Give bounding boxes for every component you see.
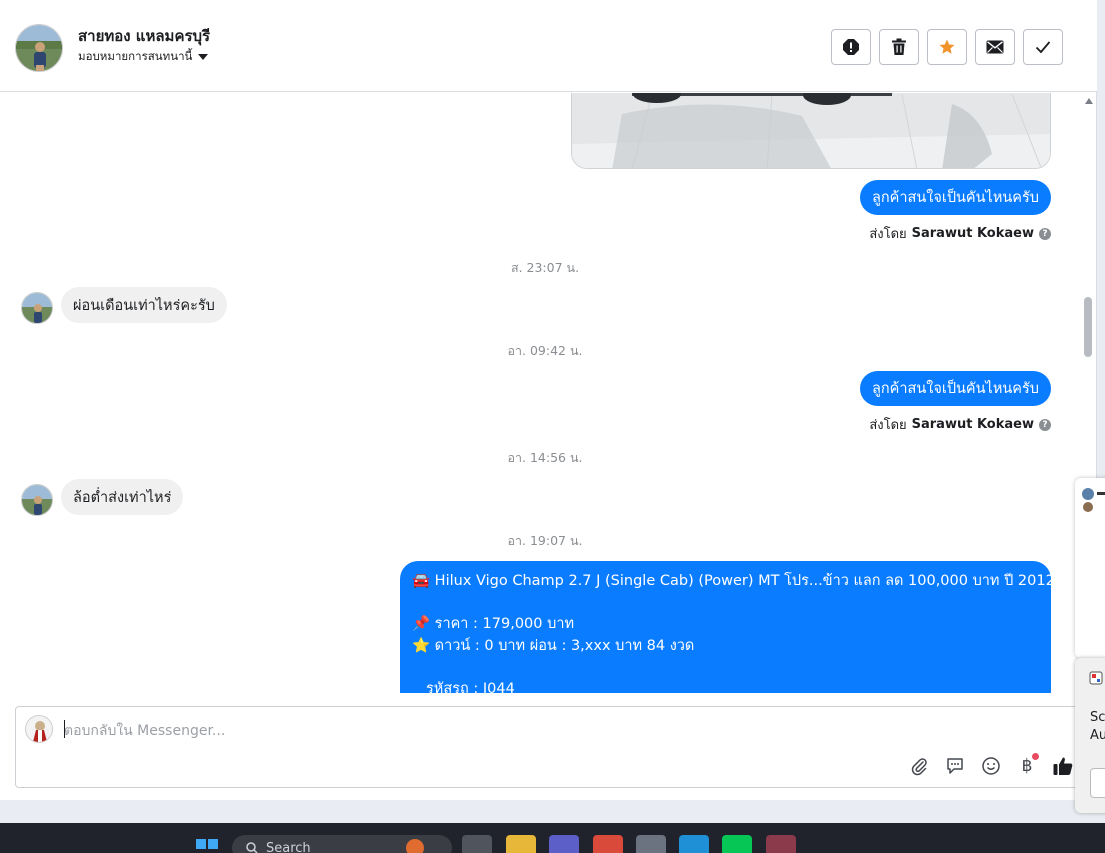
sender-name: Sarawut Kokaew: [911, 226, 1034, 241]
reply-input[interactable]: [64, 720, 964, 742]
mark-unread-button[interactable]: [975, 29, 1015, 65]
outgoing-vehicle-offer-message[interactable]: 🚘 Hilux Vigo Champ 2.7 J (Single Cab) (P…: [400, 561, 1055, 694]
edge-icon[interactable]: [679, 835, 709, 853]
help-icon[interactable]: ?: [1039, 227, 1051, 240]
saved-replies-button[interactable]: [942, 753, 968, 779]
delete-button[interactable]: [879, 29, 919, 65]
chrome-icon[interactable]: [593, 835, 623, 853]
start-button[interactable]: [196, 839, 218, 853]
scrollbar-thumb[interactable]: [1084, 297, 1092, 357]
vehicle-photo-message[interactable]: [571, 93, 1051, 169]
conversation-header: สายทอง แหลมครบุรี มอบหมายการสนทนานี้: [0, 0, 1097, 92]
scroll-up-icon[interactable]: [1085, 98, 1093, 104]
smiley-icon: [982, 757, 1000, 775]
app-icon: [1089, 671, 1103, 685]
chevron-down-icon: [198, 54, 209, 60]
header-actions: [831, 29, 1063, 65]
offer-code: รหัสรถ : J044: [426, 680, 515, 694]
timestamp: ส. 23:07 น.: [510, 260, 580, 275]
contact-avatar[interactable]: [15, 24, 63, 72]
help-icon[interactable]: ?: [1039, 418, 1051, 431]
check-icon: [1035, 41, 1051, 54]
sent-by-label: ส่งโดย Sarawut Kokaew ?: [869, 414, 1051, 435]
timestamp: อา. 19:07 น.: [507, 533, 583, 548]
contact-name: สายทอง แหลมครบุรี: [78, 27, 211, 45]
incoming-message[interactable]: ผ่อนเดือนเท่าไหร่คะรับ: [61, 287, 227, 323]
baht-icon: ฿: [1021, 756, 1033, 776]
star-button[interactable]: [927, 29, 967, 65]
attach-button[interactable]: [906, 753, 932, 779]
outgoing-message[interactable]: ลูกค้าสนใจเป็นคันไหนครับ: [860, 180, 1051, 215]
line-icon[interactable]: [722, 835, 752, 853]
text-cursor: [64, 720, 65, 738]
assign-conversation-dropdown[interactable]: มอบหมายการสนทนานี้: [78, 48, 209, 66]
contact-avatar-small: [21, 484, 53, 516]
page-avatar: [25, 715, 53, 743]
teams-icon[interactable]: [549, 835, 579, 853]
notification-text: Sc: [1090, 710, 1105, 725]
search-label: Search: [266, 840, 311, 853]
contact-avatar-small: [21, 292, 53, 324]
trash-icon: [892, 38, 906, 55]
outgoing-message[interactable]: ลูกค้าสนใจเป็นคันไหนครับ: [860, 371, 1051, 406]
offer-down-payment: ⭐ ดาวน์ : 0 บาท ผ่อน : 3,xxx บาท 84 งวด: [412, 637, 695, 654]
notification-popup[interactable]: Sc Au: [1075, 658, 1105, 813]
timestamp: อา. 09:42 น.: [507, 343, 583, 358]
incoming-message[interactable]: ล้อต่ำส่งเท่าไหร่: [61, 479, 184, 515]
star-icon: [939, 39, 955, 54]
basketball-icon: [406, 839, 424, 853]
chat-head-avatars: [1082, 488, 1105, 512]
speech-bubble-icon: [947, 758, 963, 774]
os-taskbar: Search: [0, 823, 1105, 853]
sender-name: Sarawut Kokaew: [911, 417, 1034, 432]
side-chat-popup[interactable]: [1075, 478, 1105, 658]
app-icon[interactable]: [766, 835, 796, 853]
mark-spam-button[interactable]: [831, 29, 871, 65]
like-button[interactable]: [1050, 753, 1076, 779]
alert-icon: [843, 39, 859, 55]
reply-composer: ฿: [15, 706, 1095, 788]
notification-dot: [1032, 753, 1039, 760]
paperclip-icon: [911, 758, 927, 776]
envelope-icon: [986, 40, 1004, 54]
conversation-panel: สายทอง แหลมครบุรี มอบหมายการสนทนานี้ ลูก…: [0, 0, 1097, 800]
composer-tools: ฿: [906, 753, 1076, 779]
message-list[interactable]: ลูกค้าสนใจเป็นคันไหนครับ ส่งโดย Sarawut …: [0, 93, 1080, 693]
file-explorer-icon[interactable]: [506, 835, 536, 853]
offer-price: 📌 ราคา : 179,000 บาท: [412, 616, 575, 632]
notification-text: Au: [1090, 728, 1105, 743]
assign-label: มอบหมายการสนทนานี้: [78, 49, 193, 63]
thumbs-up-icon: [1053, 757, 1073, 775]
task-view-icon[interactable]: [462, 835, 492, 853]
sent-by-label: ส่งโดย Sarawut Kokaew ?: [869, 223, 1051, 244]
timestamp: อา. 14:56 น.: [507, 450, 583, 465]
offer-title: 🚘 Hilux Vigo Champ 2.7 J (Single Cab) (P…: [412, 573, 1055, 589]
taskbar-search[interactable]: Search: [232, 835, 452, 853]
payment-button[interactable]: ฿: [1014, 753, 1040, 779]
emoji-button[interactable]: [978, 753, 1004, 779]
search-icon: [246, 842, 258, 853]
store-icon[interactable]: [636, 835, 666, 853]
notification-action-button[interactable]: [1090, 768, 1105, 798]
mark-done-button[interactable]: [1023, 29, 1063, 65]
